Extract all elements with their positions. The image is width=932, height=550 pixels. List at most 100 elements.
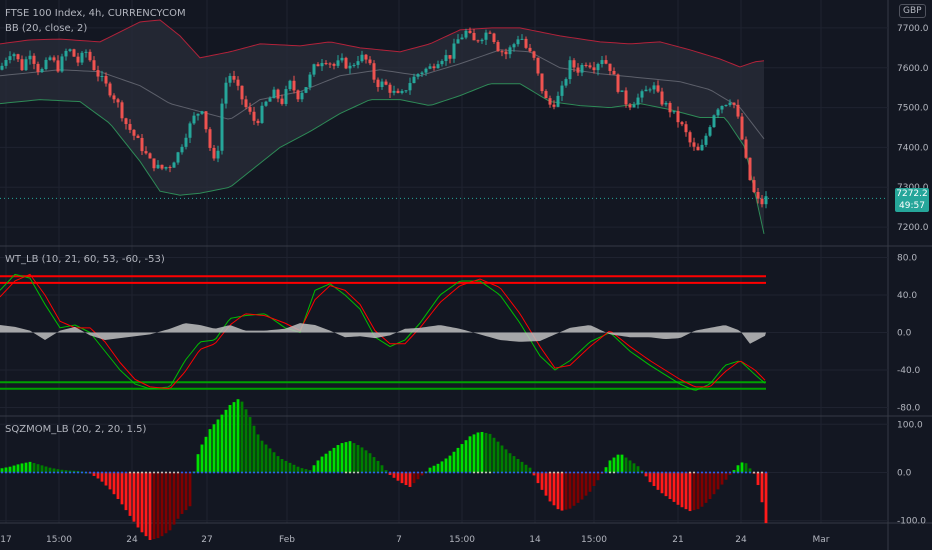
squeeze-dot (409, 471, 411, 474)
squeeze-dot (557, 471, 559, 474)
squeeze-bar (692, 472, 696, 511)
squeeze-dot (137, 471, 139, 474)
squeeze-dot (465, 471, 467, 474)
squeeze-bar (632, 463, 636, 473)
candle-body (112, 95, 116, 100)
candle-body (492, 33, 496, 43)
squeeze-dot (613, 471, 615, 474)
candle-body (248, 107, 252, 112)
candle-body (528, 47, 532, 52)
candle-body (172, 162, 176, 168)
candle-body (388, 84, 392, 93)
squeeze-dot (729, 471, 731, 474)
candle-body (32, 55, 36, 64)
candle-body (636, 97, 640, 105)
squeeze-bar (260, 440, 264, 473)
squeeze-dot (417, 471, 419, 474)
candle-body (520, 38, 524, 40)
candle-body (584, 64, 588, 66)
squeeze-bar (712, 472, 716, 495)
y-tick-label: 80.0 (897, 254, 917, 264)
candle-body (304, 87, 308, 93)
squeeze-bar (668, 472, 672, 500)
y-tick-label: 7400.0 (897, 143, 929, 153)
candle-body (212, 147, 216, 159)
squeeze-dot (45, 471, 47, 474)
y-tick-label: 7500.0 (897, 104, 929, 114)
candle-body (216, 150, 220, 159)
squeeze-dot (245, 471, 247, 474)
squeeze-dot (473, 471, 475, 474)
squeeze-bar (240, 401, 244, 473)
squeeze-bar (276, 456, 280, 473)
squeeze-dot (53, 471, 55, 474)
candle-body (292, 80, 296, 91)
squeeze-bar (676, 472, 680, 505)
candle-body (224, 82, 228, 104)
squeeze-bar (552, 472, 556, 506)
candle-body (588, 65, 592, 68)
candle-body (556, 95, 560, 107)
squeeze-bar (144, 472, 148, 537)
squeeze-bar (200, 444, 204, 473)
squeeze-dot (101, 471, 103, 474)
candle-body (164, 167, 168, 169)
candle-body (308, 74, 312, 88)
candle-body (472, 32, 476, 41)
candle-body (24, 59, 28, 71)
candle-body (576, 67, 580, 73)
squeeze-dot (429, 471, 431, 474)
squeeze-dot (269, 471, 271, 474)
squeeze-dot (677, 471, 679, 474)
currency-badge[interactable]: GBP (899, 4, 926, 18)
candle-body (496, 42, 500, 52)
x-tick-label: 17 (0, 535, 11, 545)
candle-body (20, 59, 24, 71)
squeeze-dot (177, 471, 179, 474)
squeeze-dot (641, 471, 643, 474)
squeeze-bar (352, 443, 356, 473)
squeeze-bar (652, 472, 656, 486)
y-tick-label: -40.0 (897, 366, 921, 376)
squeeze-dot (521, 471, 523, 474)
squeeze-dot (357, 471, 359, 474)
squeeze-dot (29, 471, 31, 474)
candle-body (356, 61, 360, 65)
candle-body (124, 118, 128, 125)
candle-body (700, 144, 704, 151)
squeeze-bar (368, 453, 372, 473)
candle-body (148, 153, 152, 159)
squeeze-bar (128, 472, 132, 516)
squeeze-bar (160, 472, 164, 537)
squeeze-dot (13, 471, 15, 474)
squeeze-bar (584, 472, 588, 496)
squeeze-bar (264, 444, 268, 473)
candle-body (736, 104, 740, 117)
candle-body (440, 61, 444, 65)
last-price-value: 7272.2 (896, 189, 928, 199)
squeeze-dot (373, 471, 375, 474)
chart-canvas[interactable]: 17 15:00 24 27 Feb 7 15:00 14 15:00 21 24 Mar 7700.0… (0, 0, 932, 550)
candle-body (600, 60, 604, 64)
candle-body (660, 91, 664, 105)
squeeze-dot (157, 471, 159, 474)
squeeze-dot (9, 471, 11, 474)
squeeze-bar (480, 432, 484, 473)
squeeze-bar (616, 454, 620, 473)
squeeze-bar (372, 457, 376, 473)
squeeze-dot (17, 471, 19, 474)
squeeze-dot (85, 471, 87, 474)
squeeze-bar (120, 472, 124, 505)
squeeze-bar (148, 472, 152, 540)
candle-body (344, 57, 348, 69)
x-tick-label: 15:00 (449, 535, 475, 545)
squeeze-dot (701, 471, 703, 474)
candle-body (728, 102, 732, 105)
squeeze-dot (321, 471, 323, 474)
squeeze-dot (725, 471, 727, 474)
squeeze-dot (761, 471, 763, 474)
candle-body (380, 81, 384, 87)
candle-body (80, 52, 84, 63)
y-tick-label: -100.0 (897, 517, 926, 527)
squeeze-bar (332, 447, 336, 473)
